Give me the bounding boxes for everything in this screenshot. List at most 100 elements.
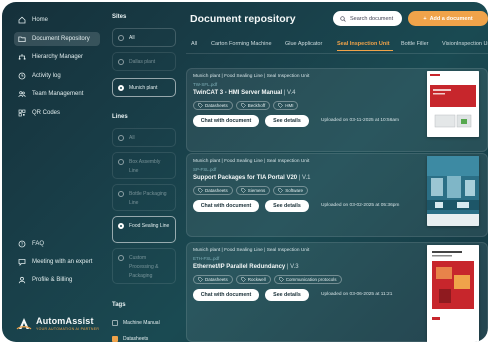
tab-all[interactable]: All [191,41,197,47]
site-option-munich[interactable]: Munich plant [112,78,176,97]
tag-label: Machine Manual [123,320,160,326]
user-icon [18,276,26,284]
page-title: Document repository [190,13,296,25]
tab-seal-inspection[interactable]: Seal Inspection Unit [337,41,390,47]
help-icon: ? [18,240,26,248]
svg-text:?: ? [21,242,24,247]
document-title: Support Packages for TIA Portal V20 | V.… [193,175,311,181]
document-title: TwinCAT 3 - HMI Server Manual | V.4 [193,90,295,96]
radio-selected-icon [118,85,124,91]
line-label: Box Assembly Line [129,159,161,174]
plus-icon: + [423,15,427,22]
tag-chip-label: Siemens [247,188,266,193]
radio-icon [118,255,124,261]
tab-bottle-filler[interactable]: Bottle Filler [401,41,429,47]
tag-icon [241,188,246,193]
lines-heading: Lines [112,114,128,120]
nav-home[interactable]: Home [14,13,100,27]
line-option-bottle-packaging[interactable]: Bottle Packaging Line [112,184,176,211]
qr-icon [18,109,26,117]
radio-selected-icon [118,223,124,229]
radio-icon [118,135,124,141]
site-label: Dallas plant [129,59,156,65]
sites-heading: Sites [112,14,127,20]
document-thumbnail[interactable] [427,71,479,137]
line-label: Bottle Packaging Line [129,191,167,206]
tag-icon [241,277,246,282]
nav-document-repository[interactable]: Document Repository [14,32,100,46]
nav-activity-log[interactable]: Activity log [14,69,100,83]
tab-vision-inspection[interactable]: VisionInspection Uni [442,41,488,47]
tag-icon [198,277,203,282]
nav-label: Document Repository [32,36,90,42]
see-details-button[interactable]: See details [265,115,309,127]
tag-chip-label: Communication protocols [285,277,337,282]
radio-icon [118,59,124,65]
document-tags: Datasheets Rockwell Communication protoc… [193,275,342,284]
nav-profile-billing[interactable]: Profile & Billing [14,273,100,287]
line-option-custom-processing[interactable]: Custom Processing & Packaging [112,248,176,284]
tag-icon [278,188,284,193]
machine-tabs: All Carton Forming Machine Glue Applicat… [186,41,488,53]
tag-icon [198,103,203,108]
add-document-button[interactable]: + Add a document [408,11,488,26]
nav-qr-codes[interactable]: QR Codes [14,106,100,120]
brand-mark-icon [16,317,32,329]
rockwell-cover-icon [427,245,479,342]
search-icon [340,15,346,22]
line-option-food-sealing[interactable]: Food Sealing Line [112,216,176,243]
document-filename: SP-FSL.pdf [193,167,217,172]
tag-chip-label: Datasheets [205,188,228,193]
brand-logo: AutomAssist YOUR AUTOMATION AI PARTNER [16,316,99,331]
upload-date: Uploaded on 03-11-2025 at 10:56am [321,118,400,123]
nav-label: Home [32,17,49,23]
see-details-button[interactable]: See details [265,200,309,212]
nav-label: Profile & Billing [32,277,73,283]
tag-icon [198,188,203,193]
site-option-dallas[interactable]: Dallas plant [112,52,176,71]
see-details-button[interactable]: See details [265,289,309,301]
tabs-divider [186,53,488,54]
line-option-all[interactable]: All [112,128,176,147]
nav-team-management[interactable]: Team Management [14,87,100,101]
tag-chip: Beckhoff [235,101,271,110]
nav-meeting-expert[interactable]: Meeting with an expert [14,255,100,269]
tag-icon [241,103,246,108]
tag-option-datasheets[interactable]: Datasheets [112,336,148,342]
nav-faq[interactable]: ? FAQ [14,237,100,251]
tag-chip: Datasheets [193,275,233,284]
tag-chip-label: Beckhoff [247,103,266,108]
radio-icon [118,35,124,41]
activity-icon [18,72,26,80]
tag-chip-label: Software [285,188,304,193]
chat-with-document-button[interactable]: Chat with document [193,289,259,301]
nav-hierarchy-manager[interactable]: Hierarchy Manager [14,50,100,64]
tag-option-machine-manual[interactable]: Machine Manual [112,320,160,326]
siemens-factory-cover-icon [427,156,479,226]
search-input[interactable]: Search document [333,11,402,26]
document-thumbnail[interactable] [427,245,479,342]
site-label: All [129,35,135,41]
beckhoff-manual-cover-icon [427,71,479,137]
brand-tagline: YOUR AUTOMATION AI PARTNER [36,327,100,331]
tab-glue-applicator[interactable]: Glue Applicator [285,41,322,47]
document-thumbnail[interactable] [427,156,479,226]
tag-icon [279,277,284,282]
tag-chip: Datasheets [193,101,233,110]
home-icon [18,16,26,24]
line-label: Food Sealing Line [129,223,170,229]
search-placeholder: Search document [350,15,394,22]
tag-chip: Rockwell [235,275,271,284]
chat-with-document-button[interactable]: Chat with document [193,200,259,212]
line-option-box-assembly[interactable]: Box Assembly Line [112,152,176,179]
nav-label: Hierarchy Manager [32,54,84,60]
nav-label: Team Management [32,91,84,97]
site-option-all[interactable]: All [112,28,176,47]
chat-with-document-button[interactable]: Chat with document [193,115,259,127]
document-title-text: Ethernet/IP Parallel Redundancy [193,264,286,270]
tab-carton-forming[interactable]: Carton Forming Machine [211,41,272,47]
hierarchy-icon [18,54,26,60]
document-card: Munich plant | Food Sealing Line | Seal … [186,68,488,152]
document-breadcrumb: Munich plant | Food Sealing Line | Seal … [193,74,310,79]
document-title: Ethernet/IP Parallel Redundancy | V.3 [193,264,299,270]
